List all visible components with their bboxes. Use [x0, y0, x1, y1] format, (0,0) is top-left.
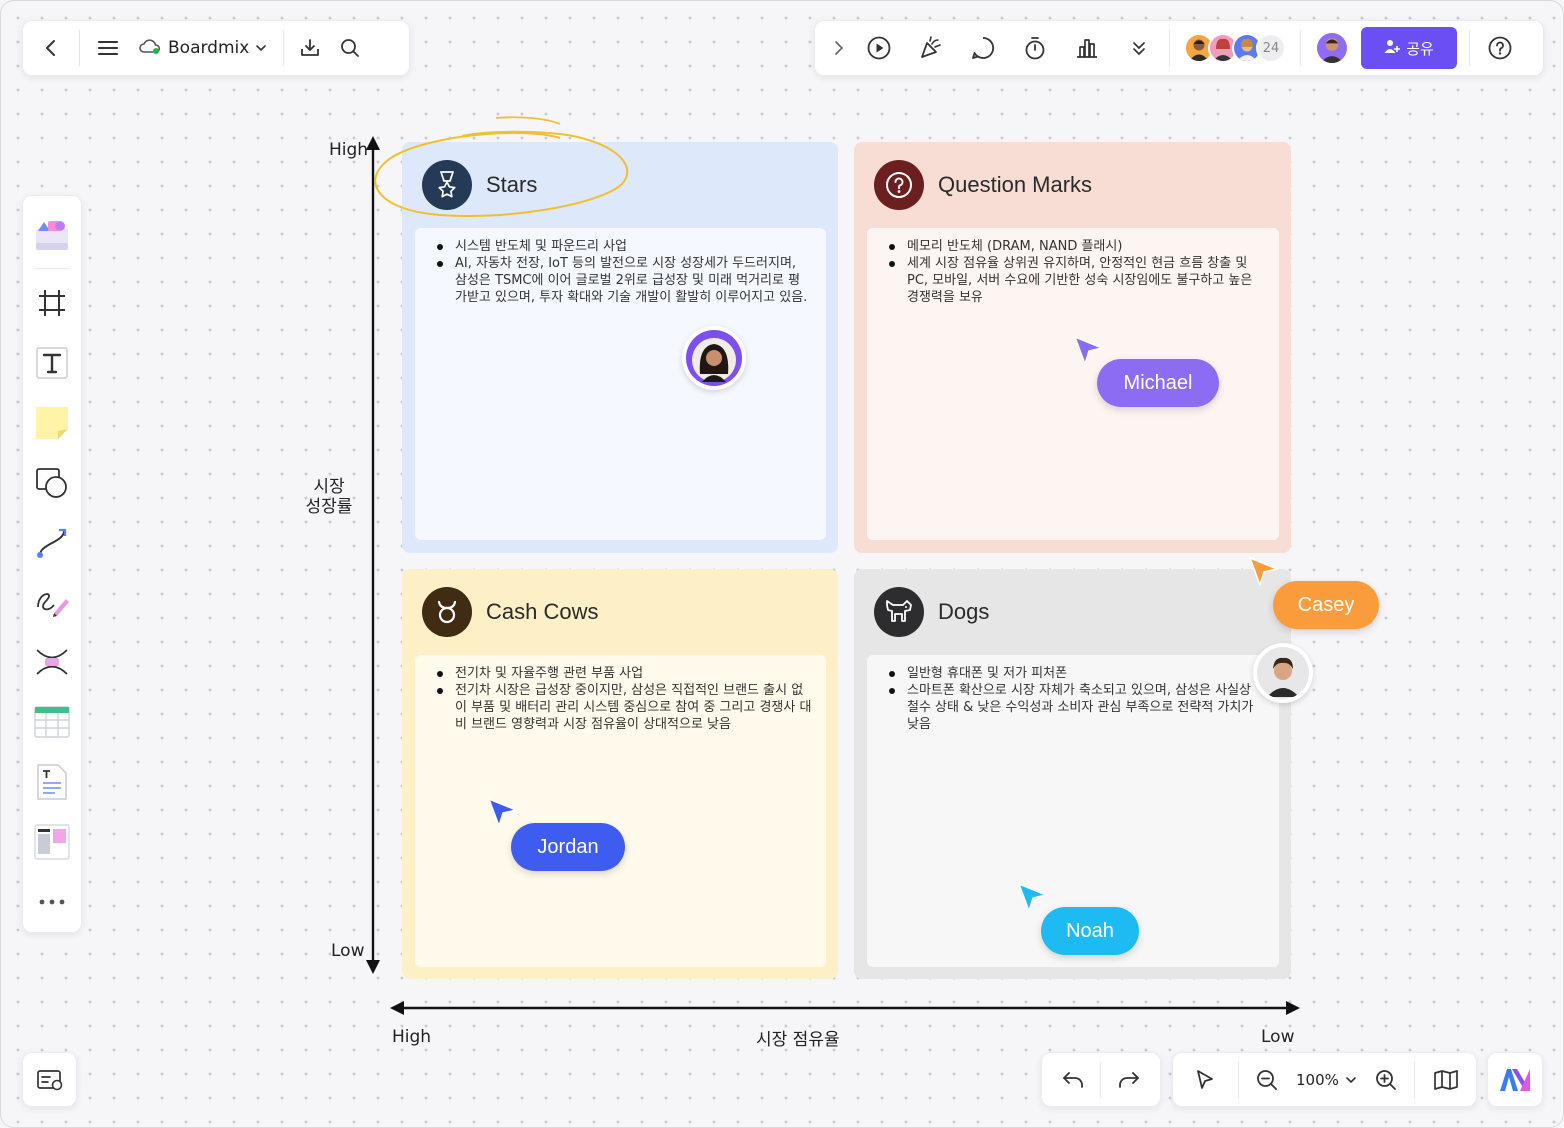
list-item: 메모리 반도체 (DRAM, NAND 플래시) [887, 238, 1265, 255]
chevron-down-icon [1345, 1071, 1357, 1089]
map-view-icon[interactable] [1426, 1058, 1466, 1102]
avatar-photo [1257, 647, 1309, 699]
y-axis-title-line2: 성장률 [305, 497, 353, 517]
redo-icon[interactable] [1107, 1058, 1151, 1102]
ai-assistant-panel [1487, 1052, 1543, 1107]
cursor-arrow-icon [1074, 336, 1103, 365]
list-item: 세계 시장 점유율 상위권 유지하며, 안정적인 현금 흐름 창출 및 PC, … [887, 255, 1265, 306]
zoom-in-icon[interactable] [1368, 1058, 1404, 1102]
x-axis-high-label: High [392, 1027, 432, 1047]
collaborator-label-casey: Casey [1273, 581, 1379, 629]
cow-icon [422, 587, 472, 637]
quadrant-note[interactable]: 시스템 반도체 및 파운드리 사업 AI, 자동차 전장, IoT 등의 발전으… [415, 228, 826, 540]
quadrant-stars[interactable]: Stars 시스템 반도체 및 파운드리 사업 AI, 자동차 전장, IoT … [402, 142, 838, 553]
list-item: 스마트폰 확산으로 시장 자체가 축소되고 있으며, 삼성은 사실상 철수 상태… [887, 682, 1265, 733]
avatar-photo [686, 330, 742, 386]
collaborator-label-noah: Noah [1041, 907, 1139, 955]
quadrant-note[interactable]: 전기차 및 자율주행 관련 부품 사업 전기차 시장은 급성장 중이지만, 삼성… [415, 655, 826, 967]
zoom-level: 100% [1296, 1070, 1339, 1089]
dog-icon [874, 587, 924, 637]
x-axis-low-label: Low [1261, 1027, 1295, 1047]
collaborator-label-michael: Michael [1097, 359, 1219, 407]
y-axis-high-label: High [329, 140, 369, 160]
quadrant-cash-cows[interactable]: Cash Cows 전기차 및 자율주행 관련 부품 사업 전기차 시장은 급성… [402, 569, 838, 979]
list-item: 시스템 반도체 및 파운드리 사업 [435, 238, 812, 255]
list-item: 전기차 및 자율주행 관련 부품 사업 [435, 665, 812, 682]
zoom-out-icon[interactable] [1249, 1058, 1285, 1102]
quadrant-title: Cash Cows [486, 599, 599, 624]
quadrant-title: Stars [486, 172, 538, 197]
question-mark-icon [874, 160, 924, 210]
zoom-level-dropdown[interactable]: 100% [1296, 1071, 1357, 1089]
collaborator-avatar[interactable] [682, 326, 746, 390]
divider [1100, 1061, 1102, 1098]
divider [1414, 1061, 1416, 1098]
list-item: 전기차 시장은 급성장 중이지만, 삼성은 직접적인 브랜드 출시 없이 부품 … [435, 682, 812, 733]
divider [1237, 1061, 1239, 1098]
quadrant-title: Dogs [938, 599, 990, 624]
cursor-arrow-icon [1018, 883, 1047, 912]
y-axis-low-label: Low [331, 941, 365, 961]
select-pointer-icon[interactable] [1183, 1058, 1227, 1102]
cursor-arrow-icon [488, 798, 517, 827]
collaborator-label-jordan: Jordan [511, 823, 625, 871]
list-item: 일반형 휴대폰 및 저가 피처폰 [887, 665, 1265, 682]
zoom-panel: 100% [1172, 1052, 1477, 1107]
medal-icon [422, 160, 472, 210]
cursor-arrow-icon [1249, 557, 1278, 586]
x-axis-title: 시장 점유율 [756, 1030, 840, 1050]
collaborator-avatar[interactable] [1253, 643, 1313, 703]
minimap-panel [22, 1052, 77, 1107]
list-item: AI, 자동차 전장, IoT 등의 발전으로 시장 성장세가 두드러지며, 삼… [435, 255, 812, 306]
history-panel [1041, 1052, 1161, 1107]
minimap-icon[interactable] [36, 1068, 64, 1092]
quadrant-title: Question Marks [938, 172, 1093, 197]
ai-logo-icon[interactable] [1498, 1067, 1532, 1093]
undo-icon[interactable] [1051, 1058, 1095, 1102]
